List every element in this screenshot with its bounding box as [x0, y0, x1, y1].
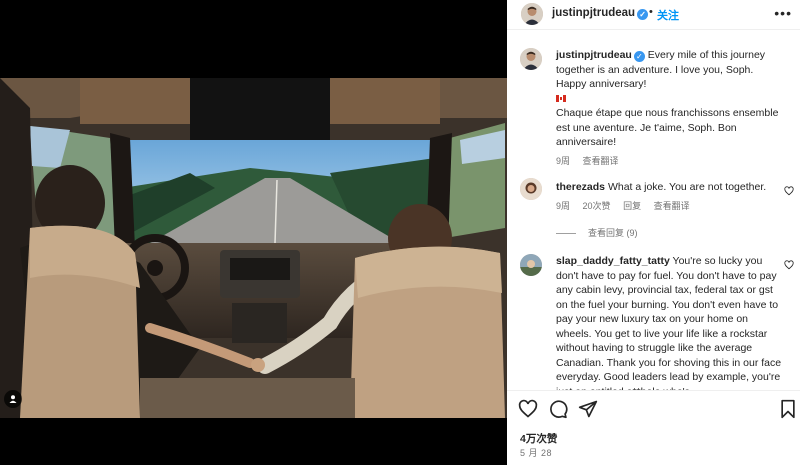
replies-divider	[556, 233, 576, 235]
comment-icon[interactable]	[548, 399, 568, 419]
more-options-icon[interactable]: •••	[774, 5, 792, 21]
bookmark-icon[interactable]	[778, 399, 798, 419]
comments-section[interactable]: justinpjtrudeau ✓ Every mile of this jour…	[507, 38, 800, 390]
action-bar: 4万次赞 5 月 28	[507, 390, 800, 465]
author-username[interactable]: justinpjtrudeau ✓	[552, 7, 649, 20]
user-tag-icon[interactable]	[4, 390, 22, 408]
author-avatar[interactable]	[521, 3, 543, 25]
post-header: justinpjtrudeau ✓ • 关注 •••	[507, 0, 800, 30]
caption-french: Chaque étape que nous franchissons ensem…	[556, 107, 779, 148]
comment-body: therezads What a joke. You are not toget…	[556, 180, 784, 213]
caption-text: justinpjtrudeau ✓ Every mile of this jour…	[556, 48, 784, 168]
heart-icon[interactable]	[518, 399, 538, 419]
post-photo[interactable]	[0, 78, 507, 418]
author-avatar[interactable]	[520, 48, 542, 70]
canada-flag-icon	[556, 94, 566, 102]
verified-badge-icon: ✓	[637, 9, 649, 20]
comment-text: What a joke. You are not together.	[607, 181, 767, 193]
comment-likes[interactable]: 20次赞	[583, 201, 611, 211]
header-separator: •	[649, 6, 653, 18]
verified-badge-icon: ✓	[633, 51, 645, 62]
post-media[interactable]	[0, 0, 507, 465]
caption-age: 9周	[556, 155, 571, 166]
follow-button[interactable]: 关注	[657, 7, 679, 23]
comment-body: slap_daddy_fatty_tatty You're so lucky y…	[556, 254, 784, 390]
post-details-panel: justinpjtrudeau ✓ • 关注 ••• justinpjtrudea…	[507, 0, 800, 465]
commenter-avatar[interactable]	[520, 254, 542, 276]
post-date[interactable]: 5 月 28	[520, 446, 552, 459]
commenter-avatar[interactable]	[520, 178, 542, 200]
comment-username[interactable]: therezads	[556, 181, 605, 193]
see-translation-button[interactable]: 查看翻译	[654, 201, 690, 211]
caption-meta: 9周 查看翻译	[556, 154, 784, 169]
comment-username[interactable]: slap_daddy_fatty_tatty	[556, 255, 670, 267]
heart-icon[interactable]	[784, 260, 794, 270]
share-icon[interactable]	[578, 399, 598, 419]
see-translation-button[interactable]: 查看翻译	[583, 156, 619, 166]
comment-age: 9周	[556, 200, 571, 211]
view-replies-button[interactable]: 查看回复 (9)	[556, 226, 638, 239]
reply-button[interactable]: 回复	[623, 201, 641, 211]
caption-username[interactable]: justinpjtrudeau	[556, 49, 632, 61]
likes-count[interactable]: 4万次赞	[520, 431, 557, 446]
comment-text: You're so lucky you don't have to pay fo…	[556, 255, 782, 390]
heart-icon[interactable]	[784, 186, 794, 196]
comment-meta: 9周 20次赞 回复 查看翻译	[556, 199, 784, 214]
